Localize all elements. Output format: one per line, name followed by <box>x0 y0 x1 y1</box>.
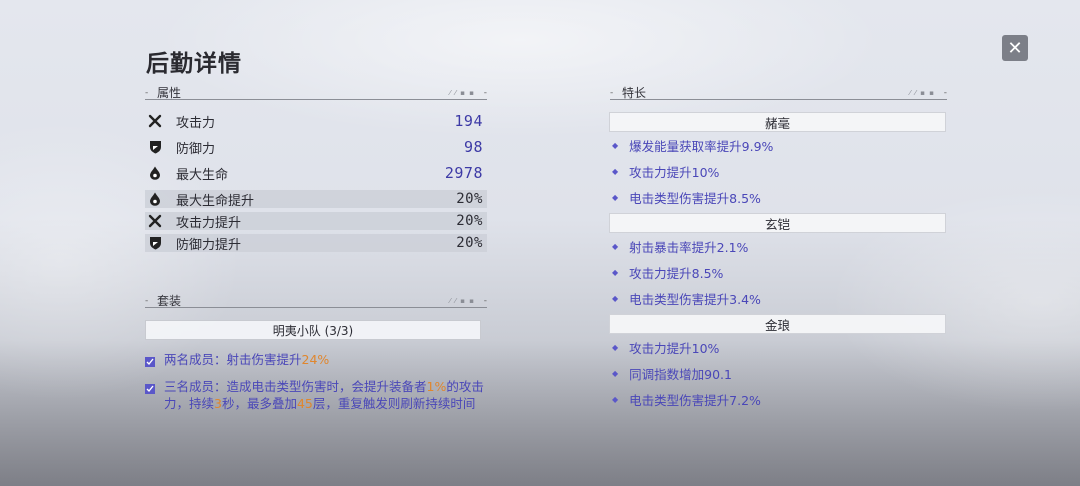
diamond-icon: ◆ <box>612 368 619 378</box>
specialty-header: 玄铠 <box>609 213 946 233</box>
specialty-item: ◆ 电击类型伤害提升7.2% <box>612 392 761 408</box>
drop-icon <box>147 191 163 207</box>
diamond-icon: ◆ <box>612 140 619 150</box>
set-bonus-2: 两名成员：射击伤害提升24% <box>145 351 490 368</box>
diamond-icon: ◆ <box>612 241 619 251</box>
shield-icon <box>147 235 163 251</box>
attribute-value: 20% <box>456 191 483 207</box>
specialty-item: ◆ 攻击力提升10% <box>612 164 720 180</box>
specialty-header: 赭毫 <box>609 112 946 132</box>
attributes-list: 攻击力 194 防御力 98 最大生命 2978 最大生命提升 20% 攻击力提… <box>145 108 487 256</box>
page-title: 后勤详情 <box>146 51 242 77</box>
specialty-item: ◆ 同调指数增加90.1 <box>612 366 732 382</box>
attribute-name: 防御力提升 <box>176 237 242 253</box>
specialty-section-label: 特长 <box>622 86 647 100</box>
attribute-value: 98 <box>463 138 483 156</box>
specialty-item: ◆ 射击暴击率提升2.1% <box>612 239 749 255</box>
attribute-row-max-hp: 最大生命 2978 <box>145 160 487 186</box>
diamond-icon: ◆ <box>612 394 619 404</box>
specialty-item: ◆ 电击类型伤害提升3.4% <box>612 291 761 307</box>
specialty-list: 赭毫 ◆ 爆发能量获取率提升9.9% ◆ 攻击力提升10% ◆ 电击类型伤害提升8.5… <box>609 112 946 412</box>
attribute-row-defense-boost: 防御力提升 20% <box>145 234 487 253</box>
attributes-section-label: 属性 <box>157 86 182 100</box>
attribute-name: 防御力 <box>176 141 216 157</box>
specialty-item: ◆ 攻击力提升8.5% <box>612 265 724 281</box>
drop-icon <box>147 165 163 181</box>
set-bonus-3-text: 三名成员：造成电击类型伤害时，会提升装备者1%的攻击力，持续3秒，最多叠加45层… <box>164 379 484 411</box>
specialty-item: ◆ 攻击力提升10% <box>612 340 720 356</box>
crossed-swords-icon <box>147 113 163 129</box>
diamond-icon: ◆ <box>612 342 619 352</box>
attribute-row-attack: 攻击力 194 <box>145 108 487 134</box>
attribute-name: 攻击力 <box>176 115 216 131</box>
set-section-header: - 套装 ⁄ ⁄ ▪ ▪ - <box>145 294 487 308</box>
attribute-row-defense: 防御力 98 <box>145 134 487 160</box>
set-section-label: 套装 <box>157 294 182 308</box>
shield-icon <box>147 139 163 155</box>
diamond-icon: ◆ <box>612 166 619 176</box>
attribute-row-max-hp-boost: 最大生命提升 20% <box>145 190 487 209</box>
attribute-name: 攻击力提升 <box>176 215 242 231</box>
specialty-item: ◆ 爆发能量获取率提升9.9% <box>612 138 774 154</box>
diamond-icon: ◆ <box>612 192 619 202</box>
set-name: 明夷小队 (3/3) <box>272 323 354 338</box>
attribute-name: 最大生命 <box>176 167 229 183</box>
close-icon: ✕ <box>1007 37 1023 59</box>
specialty-section-header: - 特长 ⁄ ⁄ ▪ ▪ - <box>610 86 947 100</box>
attribute-name: 最大生命提升 <box>176 193 255 209</box>
attribute-row-attack-boost: 攻击力提升 20% <box>145 212 487 231</box>
set-bonus-2-text: 两名成员：射击伤害提升24% <box>164 352 330 367</box>
attribute-value: 20% <box>456 235 483 251</box>
diamond-icon: ◆ <box>612 293 619 303</box>
specialty-header: 金琅 <box>609 314 946 334</box>
checklist-icon <box>145 381 155 394</box>
attribute-value: 194 <box>454 112 483 130</box>
specialty-item: ◆ 电击类型伤害提升8.5% <box>612 190 761 206</box>
diamond-icon: ◆ <box>612 267 619 277</box>
attributes-section-header: - 属性 ⁄ ⁄ ▪ ▪ - <box>145 86 487 100</box>
attribute-value: 20% <box>456 213 483 229</box>
crossed-swords-icon <box>147 213 163 229</box>
set-name-box: 明夷小队 (3/3) <box>145 320 481 340</box>
attribute-value: 2978 <box>444 164 483 182</box>
close-button[interactable]: ✕ <box>1002 35 1028 61</box>
checklist-icon <box>145 354 155 367</box>
set-bonus-3: 三名成员：造成电击类型伤害时，会提升装备者1%的攻击力，持续3秒，最多叠加45层… <box>145 378 490 412</box>
